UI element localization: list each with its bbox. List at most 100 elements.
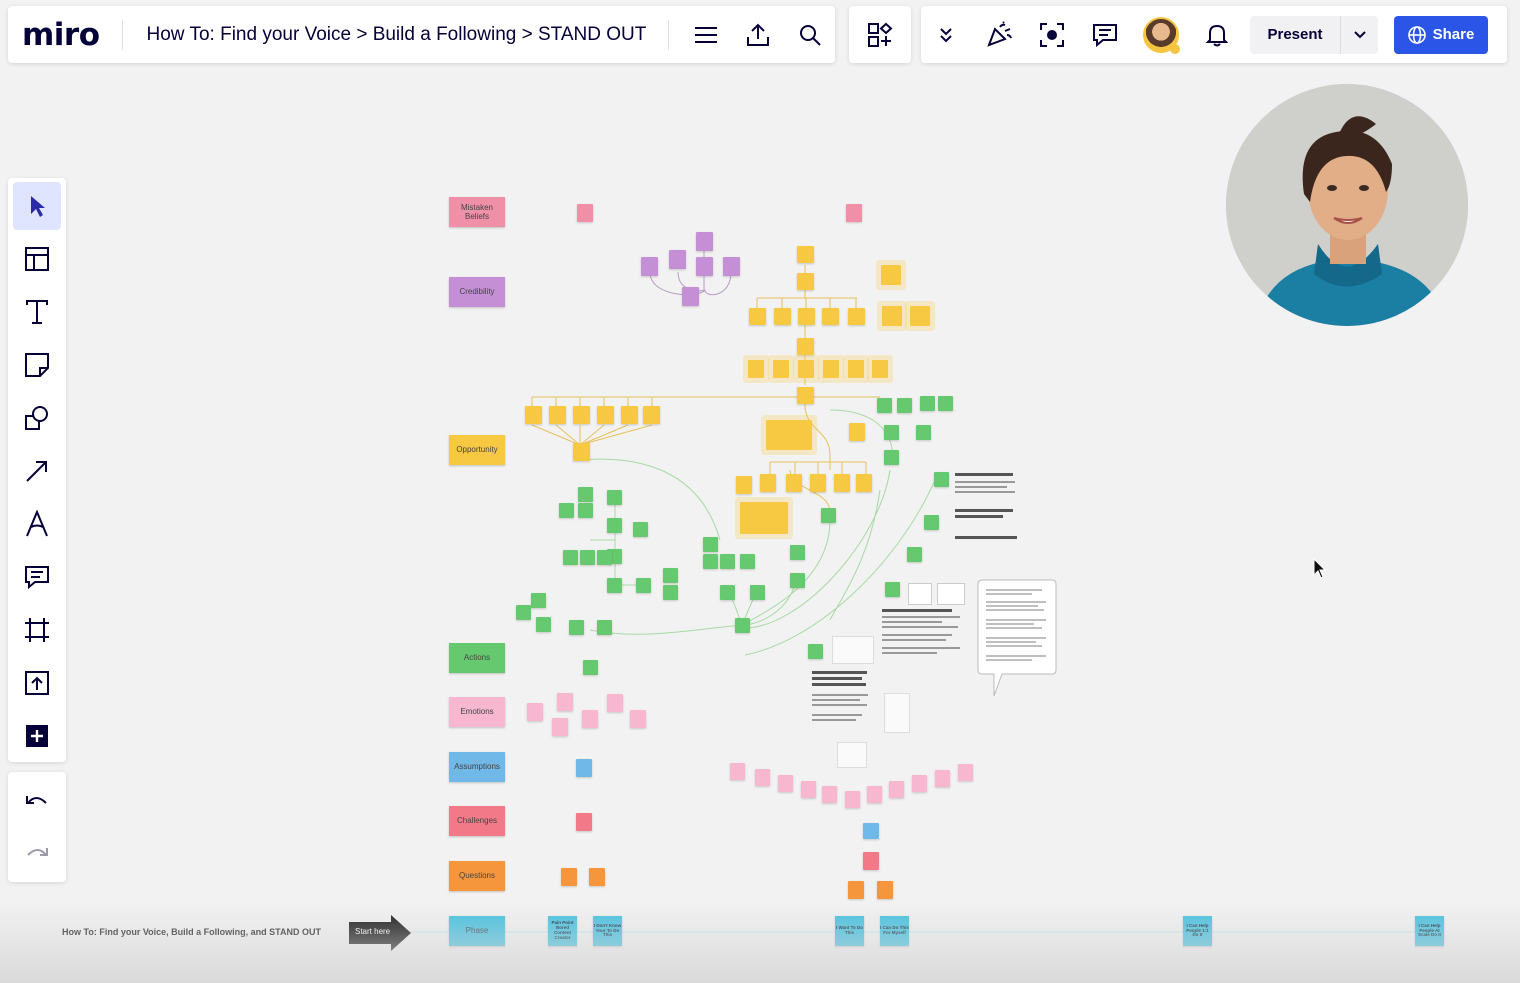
sticky-note[interactable] [552,718,568,736]
frame-tool[interactable] [13,606,61,654]
sticky-note[interactable] [720,554,735,569]
sticky-note[interactable] [848,881,864,899]
sticky-note[interactable] [663,568,678,583]
sticky-note[interactable] [557,693,573,711]
row-label-note[interactable]: Challenges [449,806,505,836]
sticky-note[interactable] [821,508,836,523]
sticky-note[interactable] [576,813,592,831]
sticky-note-tool[interactable] [13,341,61,389]
sticky-note[interactable] [561,868,577,886]
phase-note[interactable]: I Can Help People At Scale Do It [1415,916,1444,946]
sticky-note[interactable] [872,360,888,378]
row-label-note[interactable]: Actions [449,643,505,673]
row-label-note[interactable]: Questions [449,861,505,891]
sticky-note[interactable] [669,250,686,269]
phase-note[interactable]: Pain Point Bored Content Creator [548,916,577,946]
sticky-note[interactable] [877,881,893,899]
sticky-note[interactable] [846,204,862,222]
sticky-note[interactable] [576,759,592,777]
sticky-note[interactable] [589,868,605,886]
sticky-note[interactable] [863,852,879,870]
sticky-note[interactable] [773,360,789,378]
sticky-note[interactable] [573,443,590,461]
more-apps-tool[interactable] [13,712,61,760]
sticky-note[interactable] [643,406,660,424]
sticky-note[interactable] [766,420,812,450]
row-label-note[interactable]: Mistaken Beliefs [449,197,505,227]
shapes-tool[interactable] [13,394,61,442]
sticky-note[interactable] [641,257,658,276]
pen-tool[interactable] [13,500,61,548]
sticky-note[interactable] [703,554,718,569]
sticky-note[interactable] [881,265,901,285]
sticky-note[interactable] [573,406,590,424]
sticky-note[interactable] [597,620,612,635]
sticky-note[interactable] [563,550,578,565]
sticky-note[interactable] [916,425,931,440]
sticky-note[interactable] [682,287,699,306]
sticky-note[interactable] [920,396,935,411]
select-tool[interactable] [13,182,61,230]
sticky-note[interactable] [740,554,755,569]
sticky-note[interactable] [912,775,927,792]
sticky-note[interactable] [958,764,973,781]
sticky-note[interactable] [797,387,814,404]
sticky-note[interactable] [938,396,953,411]
sticky-note[interactable] [867,786,882,803]
row-label-note[interactable]: Emotions [449,697,505,727]
present-dropdown[interactable] [1340,15,1378,54]
templates-tool[interactable] [13,235,61,283]
sticky-note[interactable] [797,246,814,263]
main-menu-icon[interactable] [691,20,721,50]
sticky-note[interactable] [527,703,543,721]
sticky-note[interactable] [735,618,750,633]
sticky-note[interactable] [801,781,816,798]
sticky-note[interactable] [823,360,839,378]
sticky-note[interactable] [786,474,802,492]
sticky-note[interactable] [778,775,793,792]
sticky-note[interactable] [720,585,735,600]
sticky-note[interactable] [582,710,598,728]
sticky-note[interactable] [934,472,949,487]
sticky-note[interactable] [848,308,865,325]
board-title[interactable]: How To: Find your Voice > Build a Follow… [147,24,647,46]
sticky-note[interactable] [696,232,713,251]
sticky-note[interactable] [730,763,745,780]
sticky-note[interactable] [607,549,622,564]
phase-note[interactable]: I Can Help People 1:1 Do It [1183,916,1212,946]
sticky-note[interactable] [577,204,593,222]
sticky-note[interactable] [607,694,623,712]
sticky-note[interactable] [884,450,899,465]
presenter-video-bubble[interactable] [1226,84,1468,326]
sticky-note[interactable] [607,518,622,533]
sticky-note[interactable] [630,710,646,728]
sticky-note[interactable] [863,823,879,839]
sticky-note[interactable] [885,582,900,597]
sticky-note[interactable] [607,490,622,505]
sticky-note[interactable] [748,360,764,378]
comments-icon[interactable] [1090,20,1120,50]
sticky-note[interactable] [877,398,892,413]
sticky-note[interactable] [755,769,770,786]
sticky-note[interactable] [559,503,574,518]
sticky-note[interactable] [935,770,950,787]
sticky-note[interactable] [569,620,584,635]
sticky-note[interactable] [889,781,904,798]
sticky-note[interactable] [856,474,872,492]
present-button[interactable]: Present [1250,15,1340,54]
sticky-note[interactable] [845,791,860,808]
share-button[interactable]: Share [1394,15,1488,54]
sticky-note[interactable] [848,360,864,378]
sticky-note[interactable] [549,406,566,424]
sticky-note[interactable] [907,547,922,562]
sticky-note[interactable] [636,578,651,593]
sticky-note[interactable] [578,503,593,518]
sticky-note[interactable] [525,406,542,424]
sticky-note[interactable] [810,474,826,492]
sticky-note[interactable] [621,406,638,424]
sticky-note[interactable] [790,573,805,588]
row-label-note[interactable]: Phase [449,916,505,946]
connection-line-tool[interactable] [13,447,61,495]
sticky-note[interactable] [696,257,713,276]
phase-note[interactable]: I Want To Do This [835,916,864,946]
